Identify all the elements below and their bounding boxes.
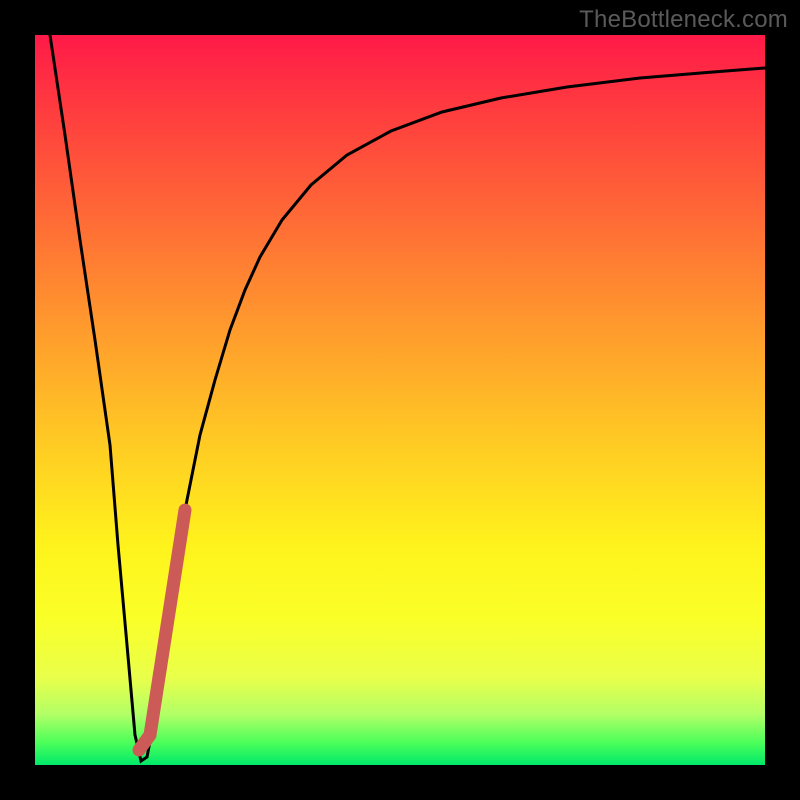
chart-frame: TheBottleneck.com [0, 0, 800, 800]
plot-area [35, 35, 765, 765]
curve-layer [35, 35, 765, 765]
watermark-text: TheBottleneck.com [579, 6, 788, 34]
highlight-marker [139, 510, 185, 750]
